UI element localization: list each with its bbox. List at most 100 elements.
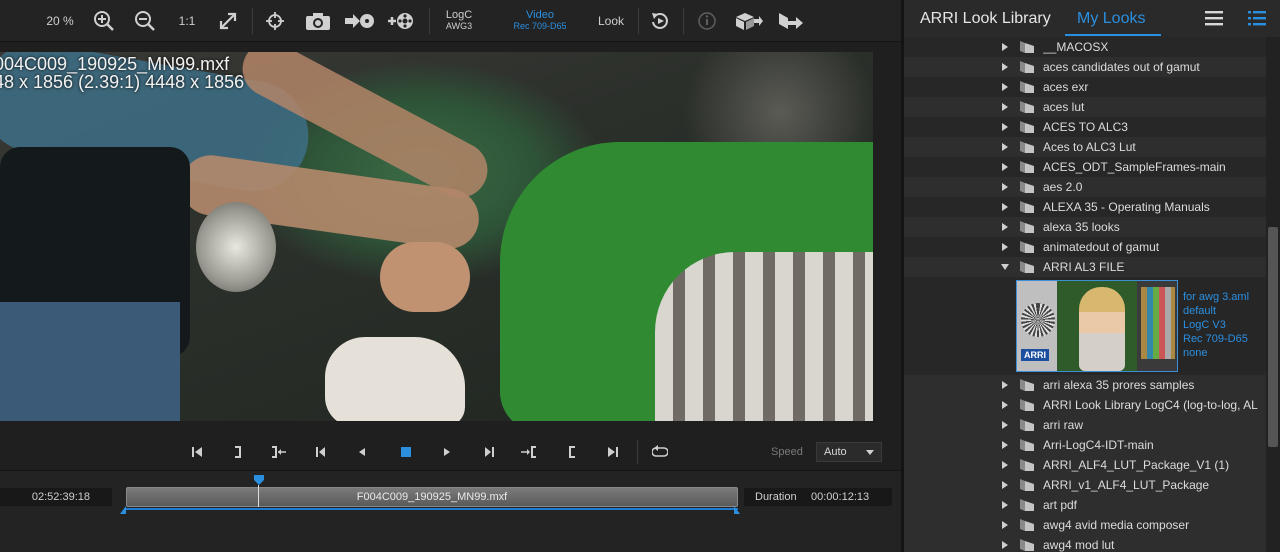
folder-label: aces lut bbox=[1043, 100, 1085, 114]
caret-right-icon[interactable] bbox=[1002, 481, 1008, 489]
folder-row[interactable]: ARRI_ALF4_LUT_Package_V1 (1) bbox=[904, 455, 1266, 475]
info-icon[interactable] bbox=[693, 0, 721, 42]
folder-icon bbox=[1019, 260, 1035, 279]
scrollbar-thumb[interactable] bbox=[1268, 227, 1278, 447]
folder-row[interactable]: arri raw bbox=[904, 415, 1266, 435]
list-view-icon[interactable] bbox=[1247, 10, 1267, 31]
playhead-line bbox=[258, 485, 259, 507]
zoom-out-icon[interactable] bbox=[131, 0, 159, 42]
look-library-panel: ARRI Look Library My Looks ARRI for awg … bbox=[904, 0, 1280, 552]
play-reverse-icon[interactable] bbox=[351, 442, 373, 462]
add-reel-icon[interactable] bbox=[386, 0, 416, 42]
caret-right-icon[interactable] bbox=[1002, 203, 1008, 211]
mark-out-bracket-icon[interactable] bbox=[227, 442, 249, 462]
loop-icon[interactable] bbox=[649, 442, 671, 462]
camera-icon[interactable] bbox=[302, 0, 334, 42]
caret-right-icon[interactable] bbox=[1002, 143, 1008, 151]
hamburger-menu-icon[interactable] bbox=[1204, 10, 1224, 31]
zoom-one-to-one[interactable]: 1:1 bbox=[173, 0, 201, 42]
folder-label: awg4 avid media composer bbox=[1043, 518, 1190, 532]
folder-row[interactable]: aces lut bbox=[904, 97, 1266, 117]
caret-right-icon[interactable] bbox=[1002, 43, 1008, 51]
playhead-marker[interactable] bbox=[253, 474, 265, 486]
zoom-in-icon[interactable] bbox=[90, 0, 118, 42]
input-gamma-label: LogC bbox=[445, 9, 473, 21]
folder-row[interactable]: ACES_ODT_SampleFrames-main bbox=[904, 157, 1266, 177]
mark-in-bracket-icon[interactable] bbox=[561, 442, 583, 462]
export-frame-icon[interactable] bbox=[343, 0, 377, 42]
caret-right-icon[interactable] bbox=[1002, 541, 1008, 549]
caret-down-icon[interactable] bbox=[1001, 264, 1009, 270]
folder-row[interactable]: aes 2.0 bbox=[904, 177, 1266, 197]
folder-row[interactable]: aces exr bbox=[904, 77, 1266, 97]
speed-dropdown[interactable]: Auto bbox=[816, 442, 882, 462]
folder-row[interactable]: awg4 mod lut bbox=[904, 535, 1266, 552]
folder-row[interactable]: aces candidates out of gamut bbox=[904, 57, 1266, 77]
caret-right-icon[interactable] bbox=[1002, 123, 1008, 131]
clip-resolution-overlay: 48 x 1856 (2.39:1) 4448 x 1856 bbox=[0, 72, 245, 92]
caret-right-icon[interactable] bbox=[1002, 401, 1008, 409]
folder-row[interactable]: art pdf bbox=[904, 495, 1266, 515]
folder-row[interactable]: ACES TO ALC3 bbox=[904, 117, 1266, 137]
go-to-in-icon[interactable] bbox=[518, 442, 540, 462]
crosshair-icon[interactable] bbox=[261, 0, 289, 42]
folder-row[interactable]: awg4 avid media composer bbox=[904, 515, 1266, 535]
folder-row[interactable]: ARRI AL3 FILE bbox=[904, 257, 1266, 277]
previous-frame-icon[interactable] bbox=[310, 442, 332, 462]
caret-right-icon[interactable] bbox=[1002, 521, 1008, 529]
play-icon[interactable] bbox=[436, 442, 458, 462]
folder-row[interactable]: ARRI Look Library LogC4 (log-to-log, AL bbox=[904, 395, 1266, 415]
go-to-end-icon[interactable] bbox=[602, 442, 624, 462]
reset-icon[interactable] bbox=[646, 0, 674, 42]
toolbar-divider bbox=[683, 8, 684, 34]
folder-row[interactable]: animatedout of gamut bbox=[904, 237, 1266, 257]
tab-arri-look-library[interactable]: ARRI Look Library bbox=[920, 10, 1051, 28]
output-colorspace-button[interactable]: Video Rec 709-D65 bbox=[505, 0, 575, 42]
toolbar-divider bbox=[429, 8, 430, 34]
export-look-icon[interactable] bbox=[733, 0, 765, 42]
caret-right-icon[interactable] bbox=[1002, 163, 1008, 171]
folder-row[interactable]: ARRI_v1_ALF4_LUT_Package bbox=[904, 475, 1266, 495]
model-portrait bbox=[1079, 287, 1125, 371]
caret-right-icon[interactable] bbox=[1002, 461, 1008, 469]
folder-icon bbox=[1019, 538, 1035, 552]
send-to-icon[interactable] bbox=[775, 0, 807, 42]
caret-right-icon[interactable] bbox=[1002, 83, 1008, 91]
arri-logo: ARRI bbox=[1021, 349, 1049, 361]
image-hand bbox=[380, 242, 470, 312]
caret-right-icon[interactable] bbox=[1002, 441, 1008, 449]
zoom-level[interactable]: 20 % bbox=[40, 0, 80, 42]
look-preview[interactable]: ARRI for awg 3.aml default LogC V3 Rec 7… bbox=[1015, 279, 1266, 372]
duration-display: Duration 00:00:12:13 bbox=[744, 488, 892, 506]
caret-right-icon[interactable] bbox=[1002, 223, 1008, 231]
folder-row[interactable]: Arri-LogC4-IDT-main bbox=[904, 435, 1266, 455]
viewer-image[interactable]: 004C009_190925_MN99.mxf 48 x 1856 (2.39:… bbox=[0, 52, 873, 421]
fit-expand-icon[interactable] bbox=[214, 0, 242, 42]
folder-row[interactable]: alexa 35 looks bbox=[904, 217, 1266, 237]
library-scrollbar[interactable] bbox=[1266, 37, 1280, 552]
caret-right-icon[interactable] bbox=[1002, 103, 1008, 111]
caret-right-icon[interactable] bbox=[1002, 421, 1008, 429]
next-frame-icon[interactable] bbox=[478, 442, 500, 462]
folder-row[interactable]: arri alexa 35 prores samples bbox=[904, 375, 1266, 395]
tab-my-looks[interactable]: My Looks bbox=[1077, 10, 1145, 28]
stop-icon[interactable] bbox=[395, 442, 417, 462]
look-toggle-button[interactable]: Look bbox=[592, 0, 630, 42]
folder-row[interactable]: __MACOSX bbox=[904, 37, 1266, 57]
folder-label: __MACOSX bbox=[1043, 40, 1109, 54]
timecode-display: 02:52:39:18 bbox=[0, 488, 112, 506]
input-colorspace-button[interactable]: LogC AWG3 bbox=[437, 0, 481, 42]
go-to-start-icon[interactable] bbox=[186, 442, 208, 462]
timeline-clip[interactable]: F004C009_190925_MN99.mxf bbox=[126, 487, 738, 507]
folder-label: ARRI Look Library LogC4 (log-to-log, AL bbox=[1043, 398, 1258, 412]
caret-right-icon[interactable] bbox=[1002, 183, 1008, 191]
caret-right-icon[interactable] bbox=[1002, 63, 1008, 71]
folder-row[interactable]: ALEXA 35 - Operating Manuals bbox=[904, 197, 1266, 217]
folder-row[interactable]: Aces to ALC3 Lut bbox=[904, 137, 1266, 157]
go-to-out-icon[interactable] bbox=[268, 442, 290, 462]
color-checker-chart bbox=[1141, 287, 1175, 359]
caret-right-icon[interactable] bbox=[1002, 243, 1008, 251]
caret-right-icon[interactable] bbox=[1002, 381, 1008, 389]
caret-right-icon[interactable] bbox=[1002, 501, 1008, 509]
in-point-handle[interactable] bbox=[120, 506, 126, 514]
